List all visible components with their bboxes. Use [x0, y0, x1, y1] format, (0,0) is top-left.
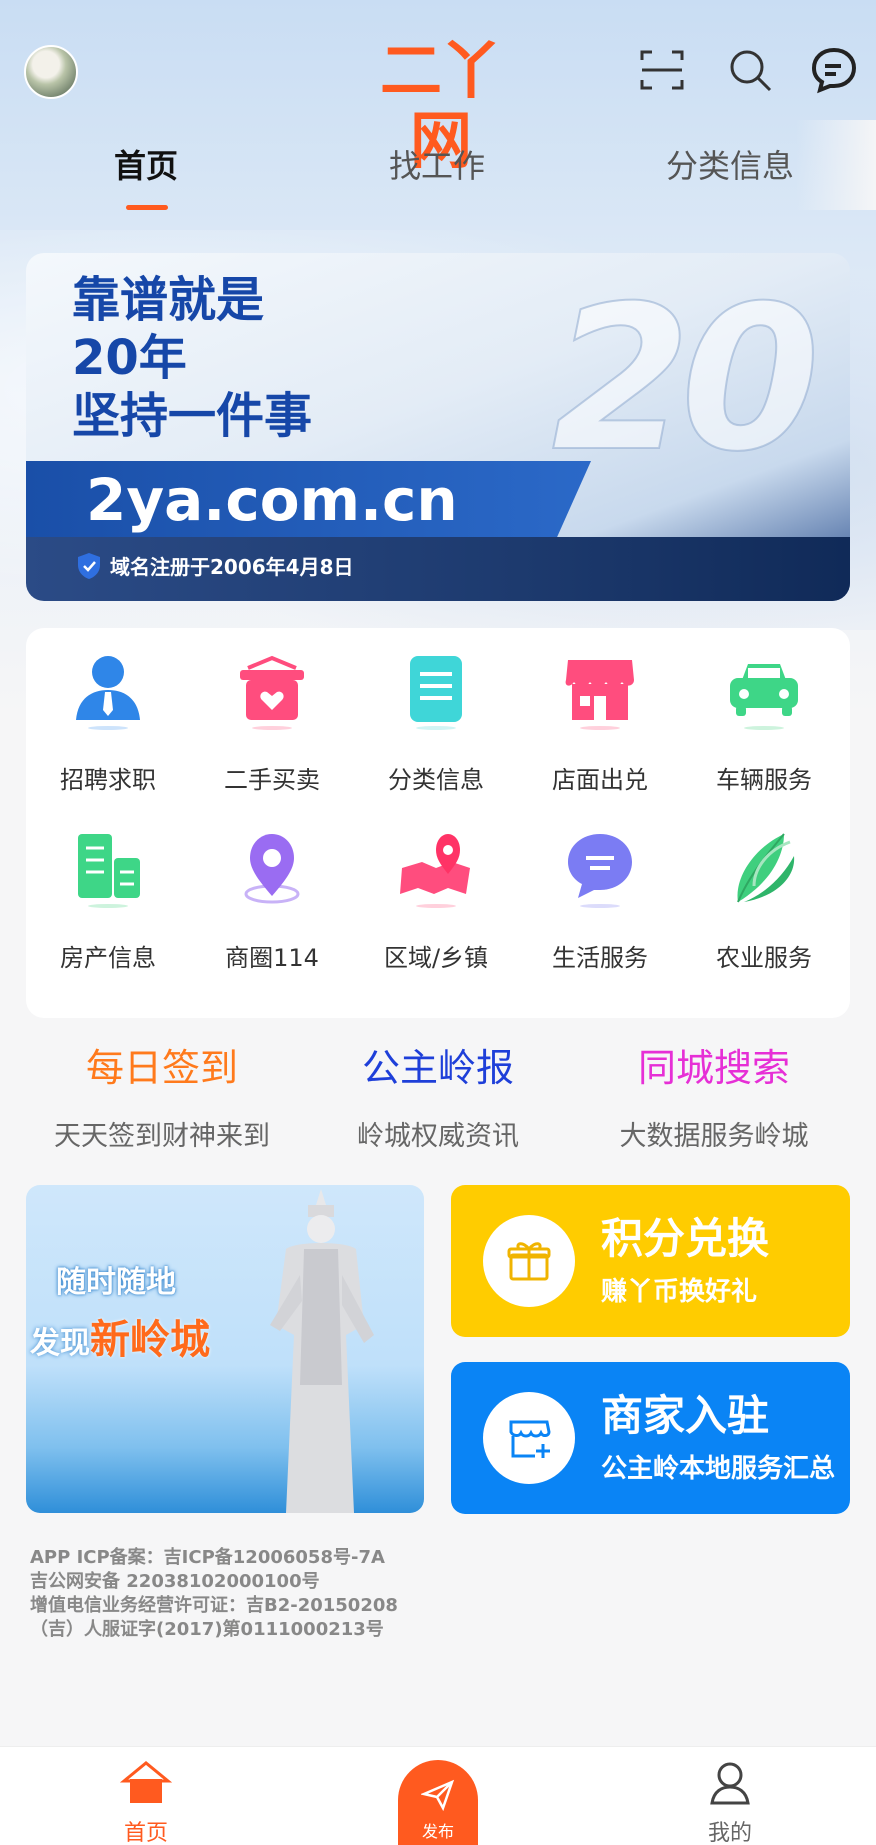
category-label: 车辆服务: [716, 766, 812, 794]
promo-left-line1: 随时随地: [56, 1265, 176, 1300]
icp-line: 增值电信业务经营许可证：吉B2-20150208: [30, 1595, 398, 1616]
active-tab-indicator: [126, 205, 168, 210]
category-life-service[interactable]: 生活服务: [518, 806, 682, 976]
promo-left-highlight: 新岭城: [90, 1317, 210, 1363]
scan-icon[interactable]: [636, 44, 688, 96]
tab-classified[interactable]: 分类信息: [655, 140, 805, 200]
tab-bar: 首页 找工作 分类信息: [0, 140, 876, 220]
category-second-hand[interactable]: 二手买卖: [190, 628, 354, 798]
home-icon: [119, 1761, 173, 1803]
statue-image: [270, 1189, 374, 1513]
nav-home-label: 首页: [123, 1821, 168, 1845]
nav-publish-button[interactable]: 发布: [398, 1760, 478, 1845]
user-icon: [710, 1762, 750, 1805]
shop-icon: [560, 650, 640, 730]
category-agriculture[interactable]: 农业服务: [682, 806, 846, 976]
nav-mine[interactable]: 我的: [670, 1757, 790, 1845]
basket-icon: [232, 650, 312, 730]
promo-left-prefix: 发现: [30, 1326, 90, 1361]
store-add-icon: [483, 1392, 575, 1484]
category-region[interactable]: 区域/乡镇: [354, 806, 518, 976]
nav-home[interactable]: 首页: [86, 1757, 206, 1845]
promo-merchant-subtitle: 公主岭本地服务汇总: [601, 1454, 836, 1484]
promo-points-exchange[interactable]: 积分兑换 赚丫币换好礼: [451, 1185, 850, 1337]
location-pin-icon: [232, 828, 312, 908]
banner-domain: 2ya.com.cn: [86, 466, 458, 534]
feature-title: 每日签到: [85, 1046, 238, 1090]
category-shop-transfer[interactable]: 店面出兑: [518, 628, 682, 798]
tab-fade: [796, 120, 876, 210]
gift-icon: [483, 1215, 575, 1307]
banner-line1: 靠谱就是: [72, 272, 265, 328]
shield-check-icon: [78, 552, 100, 579]
nav-publish-label: 发布: [421, 1822, 454, 1841]
feature-title: 公主岭报: [361, 1046, 514, 1090]
icp-line: APP ICP备案：吉ICP备12006058号-7A: [30, 1547, 385, 1568]
corn-icon: [724, 828, 804, 908]
map-icon: [396, 828, 476, 908]
category-label: 农业服务: [716, 944, 812, 972]
category-label: 商圈114: [225, 944, 319, 972]
icp-line: 吉公网安备 22038102000100号: [30, 1571, 320, 1592]
feature-subtitle: 大数据服务岭城: [619, 1121, 809, 1152]
app-logo: 二丫网: [379, 34, 502, 177]
tab-home[interactable]: 首页: [86, 140, 206, 200]
promo-merchant-join[interactable]: 商家入驻 公主岭本地服务汇总: [451, 1362, 850, 1514]
category-business-circle[interactable]: 商圈114: [190, 806, 354, 976]
category-recruitment[interactable]: 招聘求职: [26, 628, 190, 798]
category-real-estate[interactable]: 房产信息: [26, 806, 190, 976]
feature-city-search[interactable]: 同城搜索 大数据服务岭城: [568, 1038, 860, 1153]
banner-headline: 靠谱就是 20年 坚持一件事: [72, 271, 312, 445]
feature-daily-checkin[interactable]: 每日签到 天天签到财神来到: [16, 1038, 308, 1153]
category-label: 房产信息: [60, 944, 156, 972]
car-icon: [724, 650, 804, 730]
avatar[interactable]: [24, 45, 78, 99]
tab-find-job[interactable]: 找工作: [372, 140, 502, 200]
message-icon[interactable]: [808, 44, 860, 96]
feature-title: 同城搜索: [637, 1046, 790, 1090]
banner-registration-text: 域名注册于2006年4月8日: [110, 555, 354, 579]
promo-left-line2: 发现新岭城: [30, 1307, 210, 1365]
category-grid: 招聘求职 二手买卖 分类信息 店面出兑 车辆服务 房产信息 商圈114 区域/乡…: [26, 628, 850, 1018]
document-icon: [396, 650, 476, 730]
category-label: 招聘求职: [60, 766, 156, 794]
category-label: 区域/乡镇: [383, 944, 489, 972]
promo-points-subtitle: 赚丫币换好礼: [601, 1277, 758, 1307]
category-label: 店面出兑: [552, 766, 648, 794]
icp-line: （吉）人服证字(2017)第0111000213号: [30, 1619, 384, 1640]
promo-merchant-title: 商家入驻: [601, 1391, 770, 1440]
promo-banner[interactable]: 20 靠谱就是 20年 坚持一件事 2ya.com.cn 域名注册于2006年4…: [26, 253, 850, 601]
feature-subtitle: 天天签到财神来到: [54, 1121, 270, 1152]
category-label: 分类信息: [388, 766, 484, 794]
feature-subtitle: 岭城权威资讯: [357, 1121, 519, 1152]
feature-local-news[interactable]: 公主岭报 岭城权威资讯: [292, 1038, 584, 1153]
top-bar: 二丫网: [0, 0, 876, 177]
buildings-icon: [68, 828, 148, 908]
category-label: 二手买卖: [224, 766, 320, 794]
category-vehicle[interactable]: 车辆服务: [682, 628, 846, 798]
nav-mine-label: 我的: [707, 1821, 752, 1845]
category-label: 生活服务: [552, 944, 648, 972]
promo-points-title: 积分兑换: [601, 1214, 770, 1263]
search-icon[interactable]: [724, 44, 776, 96]
promo-discover-city[interactable]: 随时随地 发现新岭城: [26, 1185, 424, 1513]
banner-registration: 域名注册于2006年4月8日: [76, 551, 354, 580]
banner-line2: 20年: [72, 330, 187, 386]
icp-info: APP ICP备案：吉ICP备12006058号-7A 吉公网安备 220381…: [30, 1546, 398, 1642]
paper-plane-icon: [419, 1779, 455, 1812]
person-icon: [68, 650, 148, 730]
banner-line3: 坚持一件事: [72, 388, 313, 444]
category-classified[interactable]: 分类信息: [354, 628, 518, 798]
chat-bubble-icon: [560, 828, 640, 908]
